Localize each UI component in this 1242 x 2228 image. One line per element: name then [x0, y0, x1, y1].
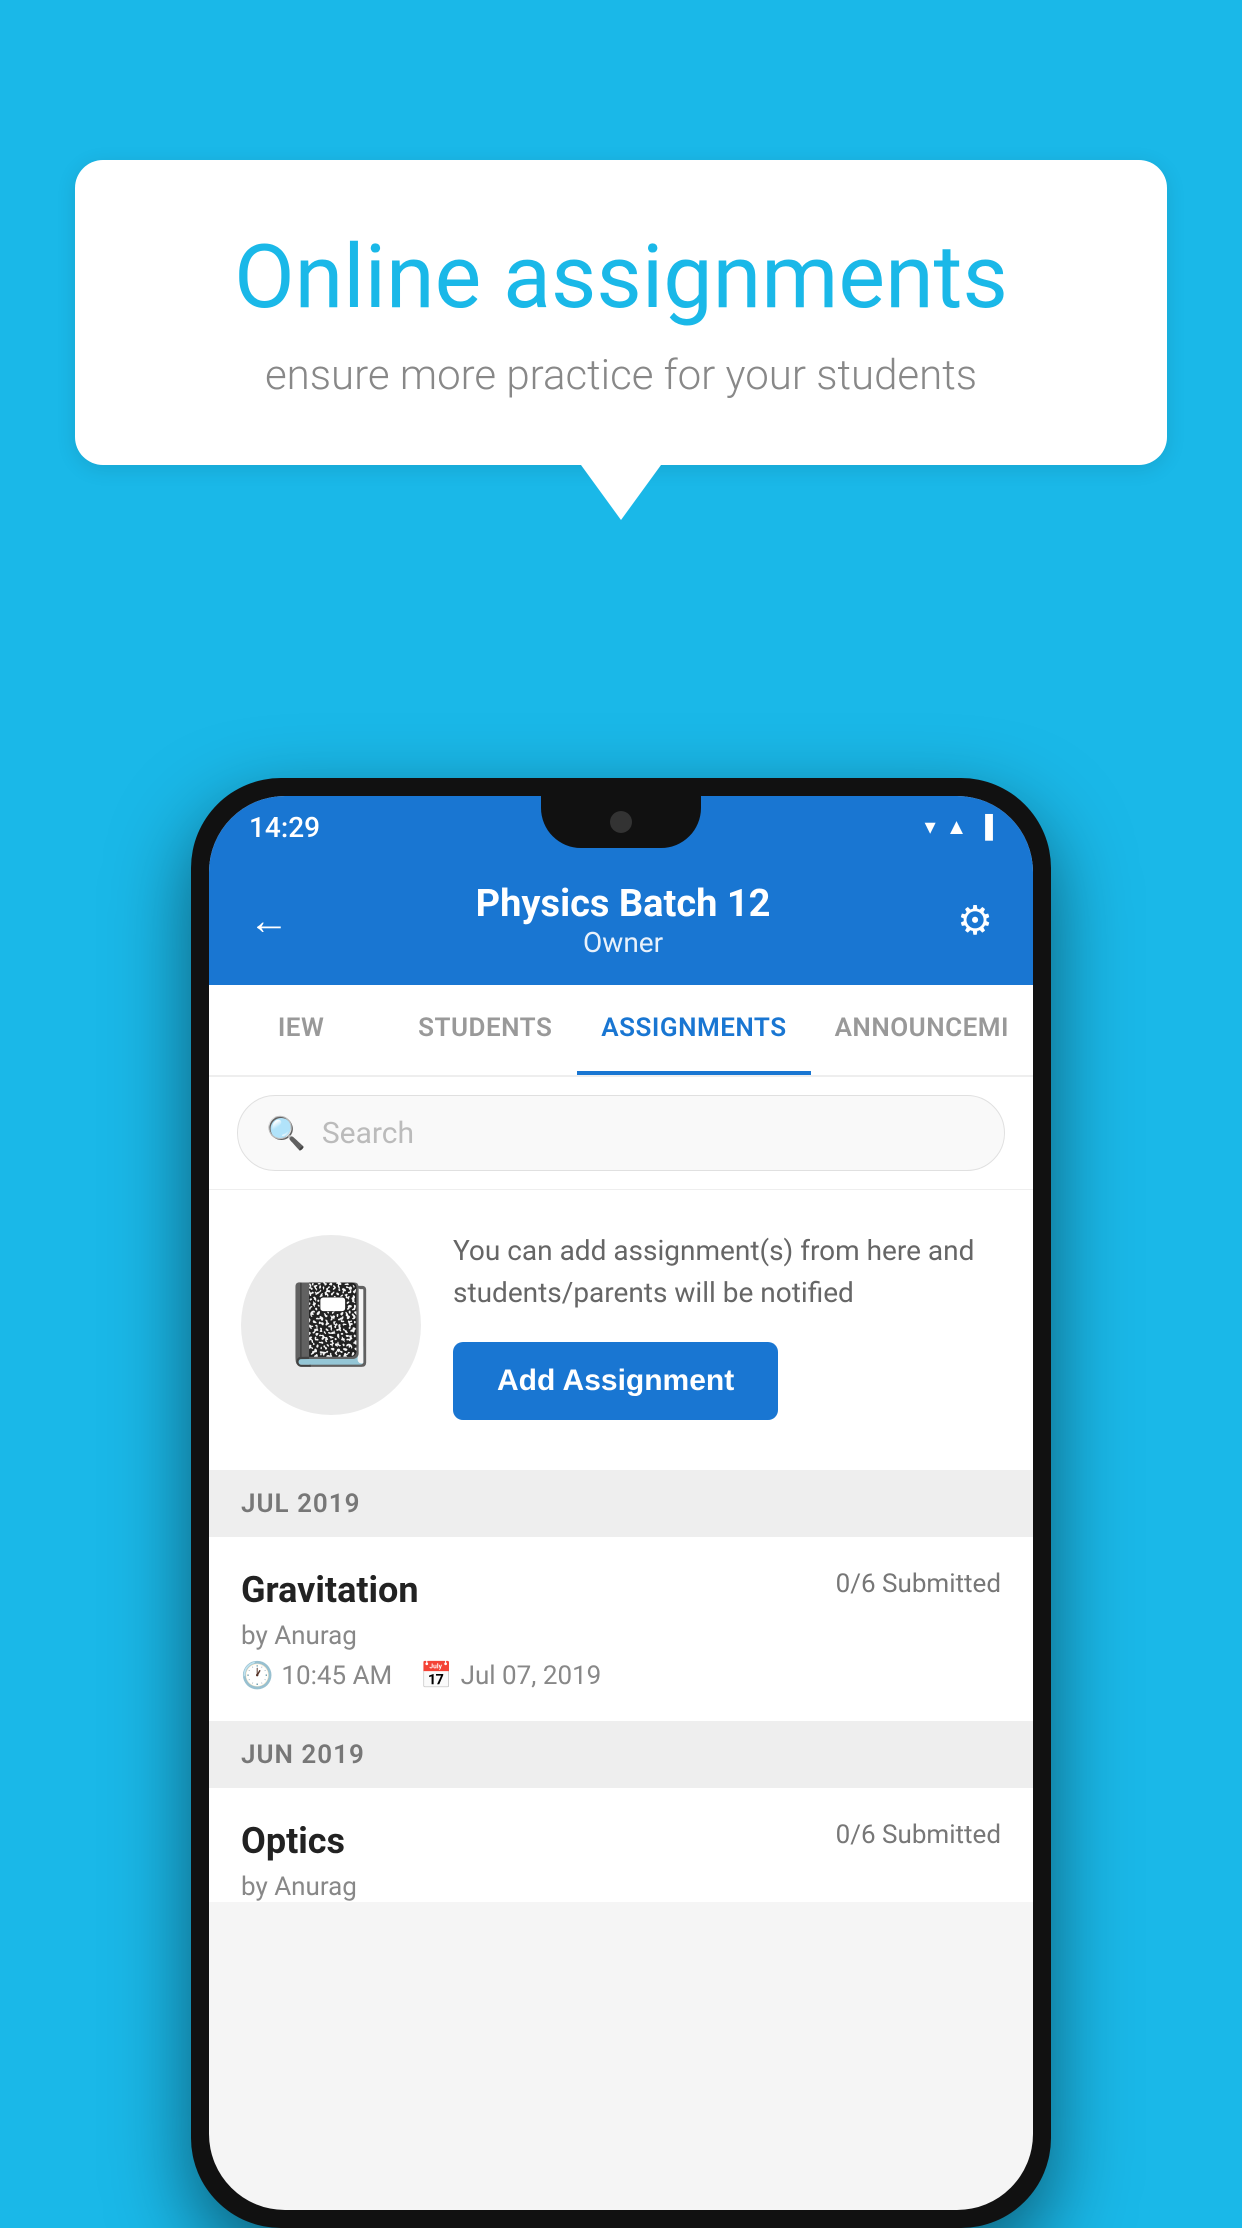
meta-time: 🕐 10:45 AM: [241, 1661, 392, 1691]
meta-date: 📅 Jul 07, 2019: [420, 1661, 601, 1691]
tab-students[interactable]: STUDENTS: [393, 985, 577, 1075]
add-assignment-button[interactable]: Add Assignment: [453, 1342, 778, 1420]
header-subtitle: Owner: [289, 926, 957, 959]
assignment-author-optics: by Anurag: [241, 1872, 1001, 1902]
gear-icon[interactable]: ⚙: [957, 897, 993, 944]
tab-assignments[interactable]: ASSIGNMENTS: [577, 985, 810, 1075]
assignment-submitted: 0/6 Submitted: [836, 1569, 1001, 1599]
search-container: 🔍 Search: [209, 1077, 1033, 1190]
assignment-item-optics[interactable]: Optics 0/6 Submitted by Anurag: [209, 1788, 1033, 1902]
search-box[interactable]: 🔍 Search: [237, 1095, 1005, 1171]
assignment-icon-circle: 📓: [241, 1235, 421, 1415]
assignment-name: Gravitation: [241, 1569, 419, 1611]
back-button[interactable]: ←: [249, 897, 289, 944]
signal-icon: ▲: [946, 814, 968, 840]
status-time: 14:29: [249, 811, 320, 844]
assignment-meta: 🕐 10:45 AM 📅 Jul 07, 2019: [241, 1661, 1001, 1691]
bubble-title: Online assignments: [155, 230, 1087, 327]
header-title: Physics Batch 12: [289, 882, 957, 926]
assignment-submitted-optics: 0/6 Submitted: [836, 1820, 1001, 1850]
status-icons: ▾ ▲ ▐: [925, 814, 993, 840]
bubble-subtitle: ensure more practice for your students: [155, 351, 1087, 400]
speech-bubble-wrapper: Online assignments ensure more practice …: [75, 160, 1167, 520]
assignment-date: Jul 07, 2019: [461, 1661, 602, 1691]
header-center: Physics Batch 12 Owner: [289, 882, 957, 959]
search-input[interactable]: Search: [322, 1116, 414, 1151]
battery-icon: ▐: [977, 814, 993, 840]
section-header-jun: JUN 2019: [209, 1722, 1033, 1788]
camera: [610, 811, 632, 833]
clock-icon: 🕐: [241, 1661, 273, 1691]
assignment-card-right: You can add assignment(s) from here and …: [453, 1230, 1001, 1420]
add-assignment-card: 📓 You can add assignment(s) from here an…: [209, 1190, 1033, 1471]
calendar-icon: 📅: [420, 1661, 452, 1691]
search-icon: 🔍: [266, 1114, 306, 1152]
assignment-item-gravitation[interactable]: Gravitation 0/6 Submitted by Anurag 🕐 10…: [209, 1537, 1033, 1722]
tab-announcements[interactable]: ANNOUNCEMI: [811, 985, 1033, 1075]
assignment-hint-text: You can add assignment(s) from here and …: [453, 1230, 1001, 1314]
assignment-author: by Anurag: [241, 1621, 1001, 1651]
section-header-jul: JUL 2019: [209, 1471, 1033, 1537]
notch: [541, 796, 701, 848]
app-header: ← Physics Batch 12 Owner ⚙: [209, 858, 1033, 985]
speech-bubble: Online assignments ensure more practice …: [75, 160, 1167, 465]
tab-iew[interactable]: IEW: [209, 985, 393, 1075]
notebook-icon: 📓: [281, 1278, 381, 1372]
assignment-item-top-optics: Optics 0/6 Submitted: [241, 1820, 1001, 1862]
tabs-bar: IEW STUDENTS ASSIGNMENTS ANNOUNCEMI: [209, 985, 1033, 1077]
wifi-icon: ▾: [925, 815, 936, 840]
status-bar: 14:29 ▾ ▲ ▐: [209, 796, 1033, 858]
assignment-name-optics: Optics: [241, 1820, 345, 1862]
assignment-item-top: Gravitation 0/6 Submitted: [241, 1569, 1001, 1611]
phone-screen: 14:29 ▾ ▲ ▐ ← Physics Batch 12 Owner ⚙ I…: [209, 796, 1033, 2210]
assignment-time: 10:45 AM: [281, 1661, 392, 1691]
speech-bubble-tail: [581, 465, 661, 520]
phone-frame: 14:29 ▾ ▲ ▐ ← Physics Batch 12 Owner ⚙ I…: [191, 778, 1051, 2228]
